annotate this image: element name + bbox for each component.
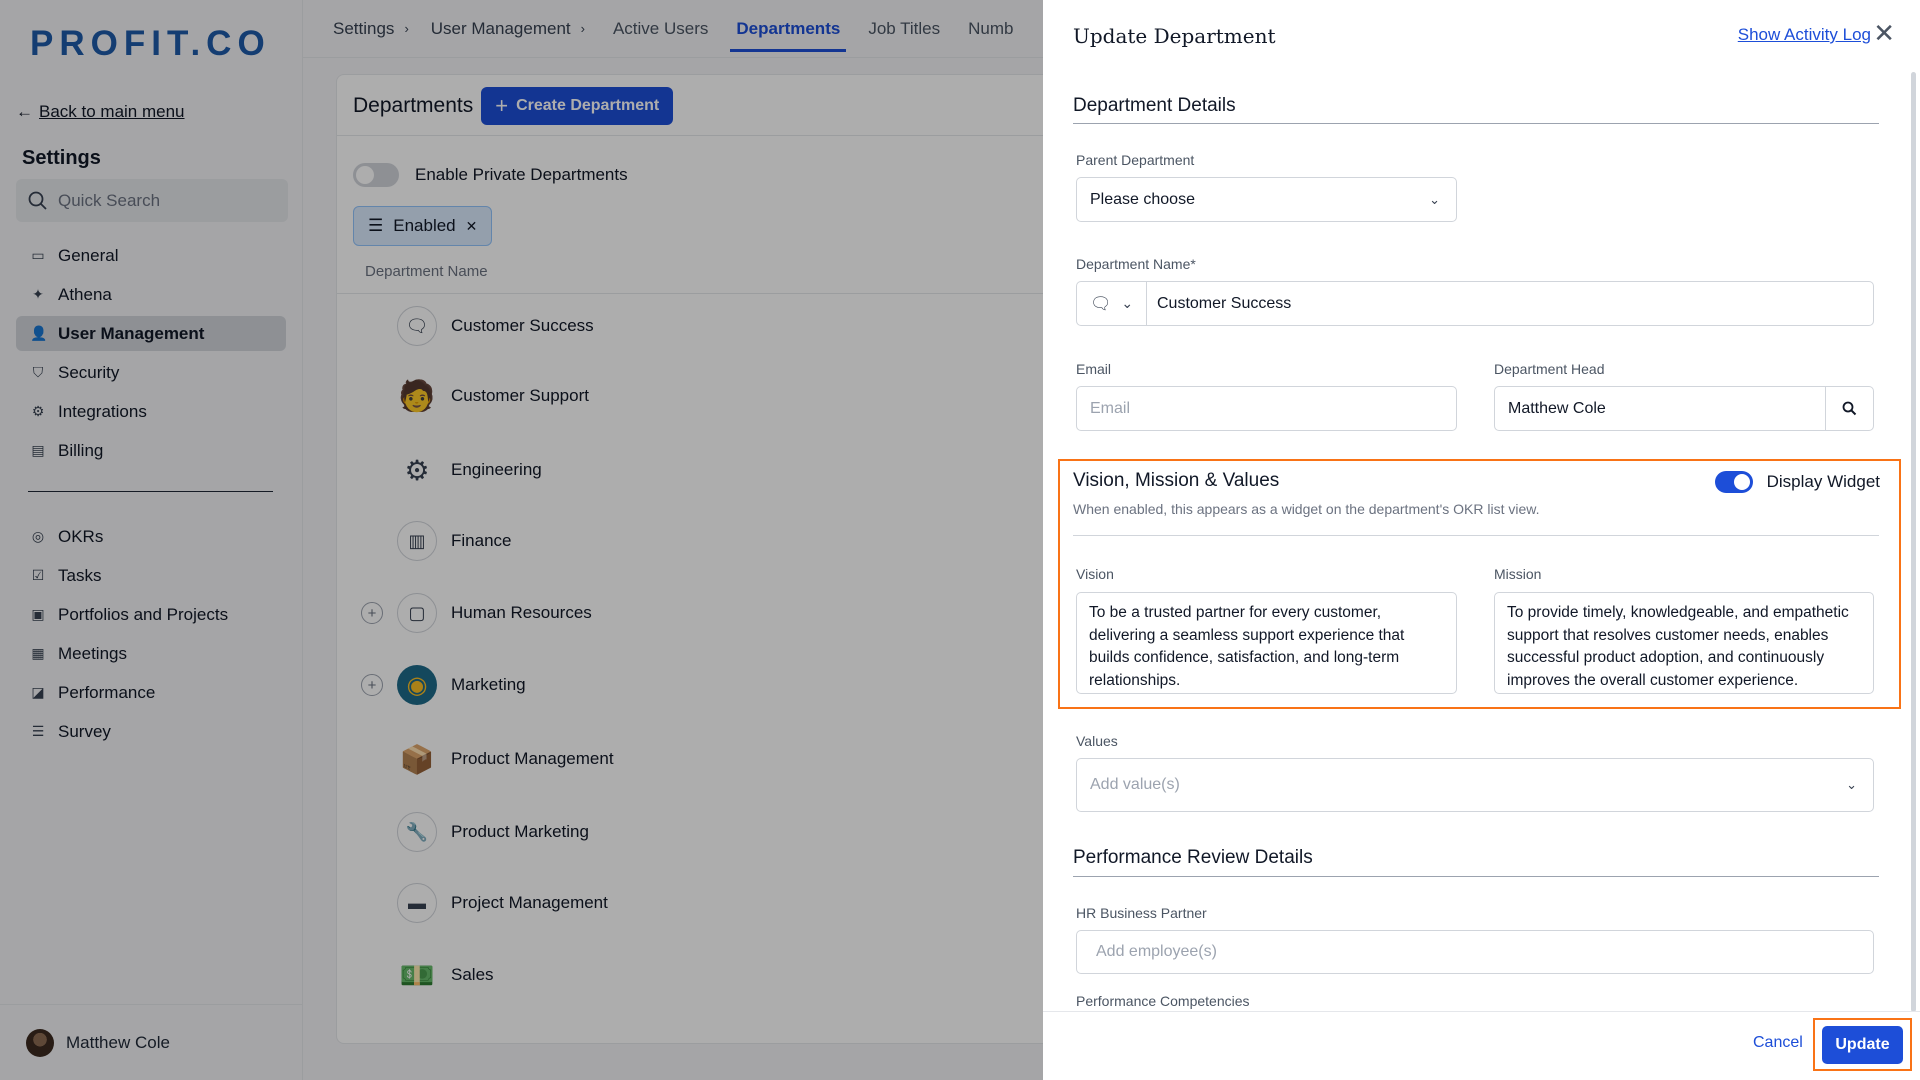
department-head-field[interactable]: Matthew Cole [1494,386,1874,431]
update-button[interactable]: Update [1822,1026,1903,1064]
department-name-field[interactable]: 🗨 ⌄ Customer Success [1076,281,1874,326]
parent-department-select[interactable]: Please choose ⌄ [1076,177,1457,222]
scrollbar[interactable] [1911,72,1916,1012]
department-details-heading: Department Details [1073,95,1236,116]
department-head-label: Department Head [1494,361,1605,377]
vision-label: Vision [1076,566,1114,582]
values-label: Values [1076,733,1118,749]
values-placeholder: Add value(s) [1090,776,1180,793]
department-name-value: Customer Success [1157,294,1292,312]
hr-business-partner-placeholder: Add employee(s) [1096,943,1217,960]
department-head-search-button[interactable] [1825,387,1873,430]
department-name-label: Department Name* [1076,256,1196,272]
close-icon[interactable]: ✕ [1873,20,1895,46]
values-select[interactable]: Add value(s) ⌄ [1076,758,1874,812]
email-field[interactable]: Email [1076,386,1457,431]
search-icon [1842,401,1857,416]
parent-department-value: Please choose [1090,190,1195,208]
vision-mission-values-description: When enabled, this appears as a widget o… [1073,501,1540,517]
chevron-down-icon: ⌄ [1121,295,1134,311]
chat-icon: 🗨 [1089,293,1112,313]
show-activity-log-link[interactable]: Show Activity Log [1738,25,1871,45]
email-label: Email [1076,361,1112,377]
vision-textarea[interactable]: To be a trusted partner for every custom… [1076,592,1457,694]
divider [1073,535,1879,536]
hr-business-partner-label: HR Business Partner [1076,905,1207,921]
performance-competencies-label: Performance Competencies [1076,993,1250,1009]
display-widget-label: Display Widget [1766,472,1880,491]
email-placeholder: Email [1090,399,1131,417]
chevron-down-icon: ⌄ [1429,191,1440,207]
divider [1073,123,1879,124]
cancel-button[interactable]: Cancel [1753,1034,1803,1052]
hr-business-partner-field[interactable]: Add employee(s) [1076,930,1874,974]
display-widget-toggle-row: Display Widget [1714,471,1880,493]
performance-review-heading: Performance Review Details [1073,847,1313,868]
icon-picker-button[interactable]: 🗨 ⌄ [1077,282,1147,325]
divider [1073,876,1879,877]
mission-label: Mission [1494,566,1542,582]
display-widget-toggle[interactable] [1714,471,1753,493]
modal-backdrop[interactable] [0,0,1043,1080]
drawer-title: Update Department [1073,24,1276,48]
chevron-down-icon: ⌄ [1846,777,1857,792]
mission-textarea[interactable]: To provide timely, knowledgeable, and em… [1494,592,1874,694]
parent-department-label: Parent Department [1076,152,1195,168]
vision-mission-values-heading: Vision, Mission & Values [1073,470,1280,491]
department-head-value: Matthew Cole [1508,399,1606,417]
